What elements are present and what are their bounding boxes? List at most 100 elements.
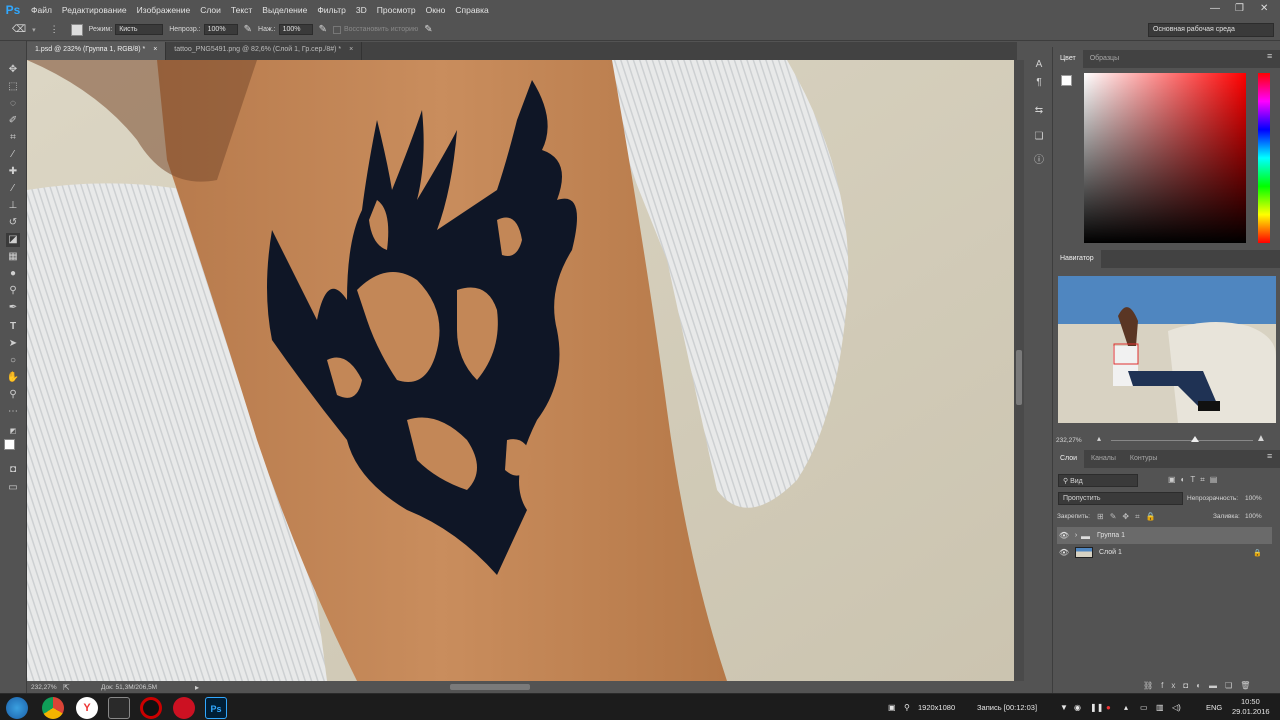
gradient-tool-icon[interactable]: ▦ [6, 250, 20, 264]
hand-tool-icon[interactable]: ✋ [6, 371, 20, 385]
expand-arrow-icon[interactable]: › [1071, 532, 1081, 539]
quick-select-tool-icon[interactable]: ✐ [6, 114, 20, 128]
fill-input[interactable]: 100% [1245, 513, 1262, 520]
erase-history-checkbox[interactable]: Восстановить историю [332, 25, 418, 34]
navigator-zoom[interactable]: 232,27% [1056, 437, 1082, 444]
menu-3d[interactable]: 3D [351, 5, 372, 15]
clone-stamp-tool-icon[interactable]: ⊥ [6, 199, 20, 213]
visibility-eye-icon[interactable]: 👁 [1057, 531, 1071, 540]
layer-name[interactable]: Группа 1 [1097, 532, 1125, 539]
tab-document-psd[interactable]: 1.psd @ 232% (Группа 1, RGB/8) * × [27, 42, 167, 60]
layer-row-pixel[interactable]: 👁 Слой 1 🔒 [1057, 544, 1272, 561]
horizontal-scroll-thumb[interactable] [450, 684, 530, 690]
zoom-slider-track[interactable] [1111, 440, 1253, 441]
maximize-icon[interactable]: ❐ [1235, 3, 1244, 14]
pressure-opacity-icon[interactable]: ✎ [244, 24, 252, 35]
yandex-browser-icon[interactable]: Y [76, 697, 98, 719]
airbrush-icon[interactable]: ✎ [319, 24, 327, 35]
quick-mask-icon[interactable]: ◘ [6, 463, 20, 477]
menu-type[interactable]: Текст [226, 5, 257, 15]
tab-document-png[interactable]: tattoo_PNG5491.png @ 82,6% (Слой 1, Гр.с… [166, 42, 363, 60]
foreground-color-swatch[interactable] [4, 439, 15, 450]
layer-name[interactable]: Слой 1 [1099, 549, 1122, 556]
menu-view[interactable]: Просмотр [372, 5, 421, 15]
lasso-tool-icon[interactable]: ◌ [6, 97, 20, 111]
tab-close-icon[interactable]: × [349, 46, 353, 53]
history-brush-tool-icon[interactable]: ↺ [6, 216, 20, 230]
panel-menu-icon[interactable]: ≡ [1267, 51, 1272, 61]
healing-brush-tool-icon[interactable]: ✚ [6, 165, 20, 179]
show-hidden-icons-icon[interactable]: ▴ [1124, 703, 1128, 712]
eraser-tool-icon[interactable]: ◪ [6, 233, 20, 247]
chevron-down-icon[interactable]: ▼ [1060, 703, 1068, 712]
navigator-thumbnail[interactable] [1058, 276, 1276, 423]
language-indicator[interactable]: ENG [1206, 703, 1222, 712]
vertical-scroll-thumb[interactable] [1016, 350, 1022, 405]
marquee-tool-icon[interactable]: ⬚ [6, 80, 20, 94]
clock-time[interactable]: 10:50 [1241, 697, 1260, 706]
menu-edit[interactable]: Редактирование [57, 5, 132, 15]
panel-menu-icon[interactable]: ≡ [1267, 451, 1272, 461]
menu-image[interactable]: Изображение [132, 5, 196, 15]
tab-navigator[interactable]: Навигатор [1053, 250, 1101, 268]
default-colors-icon[interactable]: ◩ [6, 425, 20, 439]
zoom-slider-handle[interactable] [1191, 436, 1199, 442]
media-app-icon[interactable] [173, 697, 195, 719]
layers-footer-icons[interactable]: ⛓fx◘◐▬❏🗑 [1143, 681, 1258, 690]
screen-mode-icon[interactable]: ▭ [6, 481, 20, 495]
paragraph-panel-icon[interactable]: ¶ [1032, 77, 1046, 91]
zoom-in-icon[interactable]: ▲ [1256, 433, 1266, 444]
adjustments-panel-icon[interactable]: ⇆ [1032, 105, 1046, 119]
eraser-tool-icon[interactable]: ⌫ [12, 24, 26, 35]
move-tool-icon[interactable]: ✥ [6, 63, 20, 77]
stop-button-icon[interactable]: ● [1106, 703, 1111, 712]
close-icon[interactable]: ✕ [1260, 3, 1268, 14]
more-tools-icon[interactable]: ⋯ [6, 405, 20, 419]
photoshop-taskbar-icon[interactable]: Ps [205, 697, 227, 719]
volume-icon[interactable]: ◁) [1172, 703, 1181, 712]
pressure-size-icon[interactable]: ✎ [424, 24, 432, 35]
layer-row-group[interactable]: 👁 › ▬ Группа 1 [1057, 527, 1272, 544]
styles-panel-icon[interactable]: ❏ [1032, 131, 1046, 145]
tab-layers[interactable]: Слои [1053, 450, 1085, 468]
blend-mode-select[interactable]: Пропустить [1058, 492, 1183, 505]
brush-panel-icon[interactable] [70, 23, 83, 36]
tab-channels[interactable]: Каналы [1084, 450, 1123, 468]
eyedropper-tool-icon[interactable]: ⁄ [6, 148, 20, 162]
visibility-eye-icon[interactable]: 👁 [1057, 548, 1071, 557]
blur-tool-icon[interactable]: ● [6, 267, 20, 281]
color-field[interactable] [1084, 73, 1246, 243]
brush-tool-icon[interactable]: ⁄ [6, 182, 20, 196]
film-app-icon[interactable] [108, 697, 130, 719]
menu-layers[interactable]: Слои [195, 5, 226, 15]
path-selection-tool-icon[interactable]: ➤ [6, 337, 20, 351]
zoom-out-icon[interactable]: ▴ [1097, 434, 1101, 443]
chevron-down-icon[interactable]: ▾ [32, 26, 36, 34]
menu-window[interactable]: Окно [421, 5, 451, 15]
menu-file[interactable]: Файл [26, 5, 57, 15]
minimize-icon[interactable]: — [1210, 3, 1220, 14]
workspace-select[interactable]: Основная рабочая среда [1148, 23, 1274, 37]
tab-close-icon[interactable]: × [153, 46, 157, 53]
layer-opacity-input[interactable]: 100% [1245, 495, 1262, 502]
layer-filter-select[interactable]: ⚲ Вид [1058, 474, 1138, 487]
mode-select[interactable]: Кисть [115, 24, 164, 35]
pressure-input[interactable]: 100% [278, 24, 313, 35]
menu-filter[interactable]: Фильтр [312, 5, 351, 15]
search-icon[interactable]: ⚲ [904, 703, 910, 712]
opacity-input[interactable]: 100% [203, 24, 238, 35]
zoom-tool-icon[interactable]: ⚲ [6, 388, 20, 402]
clock-date[interactable]: 29.01.2016 [1232, 707, 1270, 716]
share-icon[interactable]: ⇱ [63, 683, 70, 692]
tray-app-icon[interactable]: ▣ [888, 703, 896, 712]
document-canvas[interactable] [27, 60, 1014, 681]
chrome-icon[interactable] [42, 697, 64, 719]
menu-select[interactable]: Выделение [257, 5, 312, 15]
tab-color[interactable]: Цвет [1053, 50, 1083, 68]
hue-slider[interactable] [1258, 73, 1270, 243]
brush-size-icon[interactable]: ⋮ [50, 24, 59, 35]
type-tool-icon[interactable]: T [6, 320, 20, 334]
dodge-tool-icon[interactable]: ⚲ [6, 284, 20, 298]
info-panel-icon[interactable]: ⓘ [1032, 151, 1046, 166]
zoom-readout[interactable]: 232,27% [31, 684, 57, 691]
